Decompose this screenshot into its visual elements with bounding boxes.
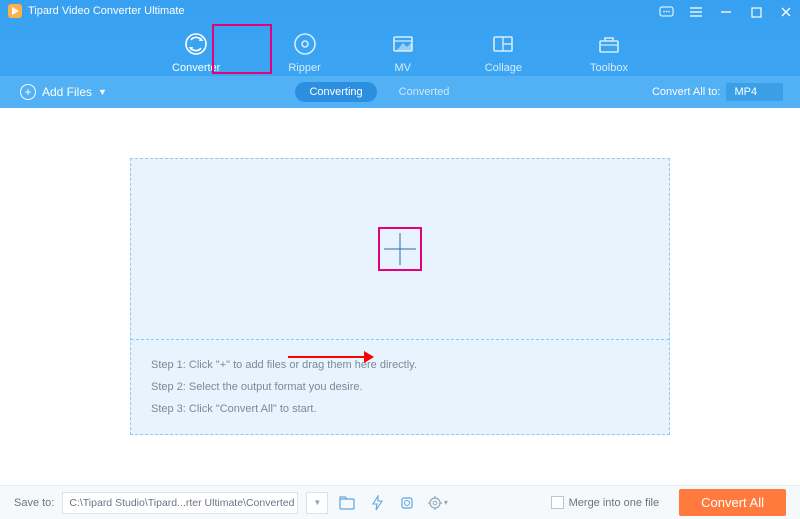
step-text: Step 2: Select the output format you des… xyxy=(151,376,649,398)
convert-all-to-label: Convert All to: xyxy=(652,86,720,98)
hw-accel-button[interactable] xyxy=(366,492,388,514)
add-file-plus-button[interactable] xyxy=(378,227,422,271)
step-text: Step 1: Click "+" to add files or drag t… xyxy=(151,354,649,376)
toolbox-icon xyxy=(595,30,623,58)
minimize-button[interactable] xyxy=(718,4,734,20)
tab-label: Collage xyxy=(485,62,522,74)
save-path-value: C:\Tipard Studio\Tipard...rter Ultimate\… xyxy=(69,497,294,509)
tab-collage[interactable]: Collage xyxy=(475,28,532,78)
tab-mv[interactable]: MV xyxy=(379,28,427,78)
step-text: Step 3: Click "Convert All" to start. xyxy=(151,398,649,420)
merge-checkbox[interactable]: Merge into one file xyxy=(551,496,660,509)
save-to-label: Save to: xyxy=(14,497,54,509)
feedback-icon[interactable] xyxy=(658,4,674,20)
path-dropdown-button[interactable]: ▼ xyxy=(306,492,328,514)
chevron-down-icon: ▼ xyxy=(98,87,107,97)
converter-icon xyxy=(182,30,210,58)
menu-icon[interactable] xyxy=(688,4,704,20)
tab-label: MV xyxy=(394,62,411,74)
convert-all-button[interactable]: Convert All xyxy=(679,489,786,516)
ripper-icon xyxy=(291,30,319,58)
close-button[interactable] xyxy=(778,4,794,20)
add-files-label: Add Files xyxy=(42,85,92,99)
tab-converting[interactable]: Converting xyxy=(295,82,376,102)
tab-converter[interactable]: Converter xyxy=(162,28,230,78)
plus-icon: + xyxy=(20,84,36,100)
checkbox-box xyxy=(551,496,564,509)
drop-zone[interactable]: Step 1: Click "+" to add files or drag t… xyxy=(130,158,670,435)
maximize-button[interactable] xyxy=(748,4,764,20)
tab-converted[interactable]: Converted xyxy=(385,82,464,102)
annotation-arrow xyxy=(288,356,372,358)
add-files-button[interactable]: + Add Files ▼ xyxy=(20,84,107,100)
tab-ripper[interactable]: Ripper xyxy=(278,28,330,78)
mv-icon xyxy=(389,30,417,58)
open-folder-button[interactable] xyxy=(336,492,358,514)
tab-label: Toolbox xyxy=(590,62,628,74)
app-title: Tipard Video Converter Ultimate xyxy=(28,5,185,17)
format-value: MP4 xyxy=(734,86,757,98)
save-path-field[interactable]: C:\Tipard Studio\Tipard...rter Ultimate\… xyxy=(62,492,298,514)
high-speed-button[interactable] xyxy=(396,492,418,514)
output-format-select[interactable]: MP4 xyxy=(726,83,783,101)
tab-toolbox[interactable]: Toolbox xyxy=(580,28,638,78)
merge-label: Merge into one file xyxy=(569,497,660,509)
settings-button[interactable]: ▾ xyxy=(426,492,448,514)
collage-icon xyxy=(489,30,517,58)
tab-label: Converter xyxy=(172,62,220,74)
tab-label: Ripper xyxy=(288,62,320,74)
app-logo xyxy=(8,4,22,18)
